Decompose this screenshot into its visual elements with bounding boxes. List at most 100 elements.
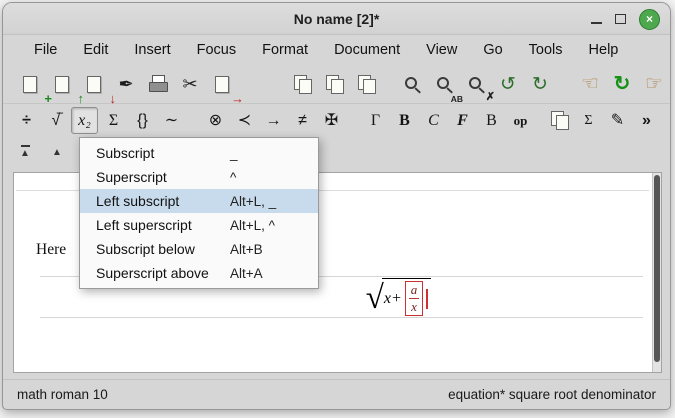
scroll-top-button[interactable]: ▲	[13, 140, 37, 164]
refresh-button[interactable]: ↻	[607, 69, 637, 99]
menu-item-superscript-above[interactable]: Superscript above Alt+A	[80, 261, 318, 285]
menu-insert[interactable]: Insert	[121, 38, 183, 62]
menu-item-left-superscript[interactable]: Left superscript Alt+L, ^	[80, 213, 318, 237]
menu-go[interactable]: Go	[470, 38, 515, 62]
greek-letter-button[interactable]: Γ	[362, 107, 389, 134]
documents-palette-icon	[550, 111, 569, 130]
text-cursor	[426, 289, 428, 309]
right-arrow-icon: →	[266, 113, 282, 129]
script-icon: x₂	[78, 113, 91, 129]
print-button[interactable]	[143, 69, 173, 99]
equation: √ x+ a x	[366, 278, 432, 315]
overflow-chevrons-icon: »	[642, 113, 651, 129]
relation-button[interactable]: ≺	[231, 107, 258, 134]
cut-button[interactable]: ✂	[175, 69, 205, 99]
open-document-button[interactable]: ↑	[47, 69, 77, 99]
close-button[interactable]: ×	[639, 9, 660, 30]
maximize-icon	[615, 14, 626, 24]
math-term: x+	[384, 290, 402, 308]
undo-button[interactable]: ↺	[493, 69, 523, 99]
forward-button[interactable]: ☞	[639, 69, 669, 99]
shortcut-label: Alt+B	[230, 242, 308, 257]
paste-button[interactable]	[319, 69, 349, 99]
arrow-button[interactable]: →	[260, 107, 287, 134]
export-icon	[215, 76, 229, 93]
op-icon: op	[514, 114, 528, 127]
menu-item-subscript[interactable]: Subscript _	[80, 141, 318, 165]
radical-sign: √	[366, 285, 384, 311]
menu-document[interactable]: Document	[321, 38, 413, 62]
fraction-button[interactable]: ÷	[13, 107, 40, 134]
menu-file[interactable]: File	[21, 38, 70, 62]
shortcut-label: Alt+A	[230, 266, 308, 281]
calligraphic-font-button[interactable]: C	[420, 107, 447, 134]
clipboard-button[interactable]	[351, 69, 381, 99]
titlebar[interactable]: No name [2]* ×	[3, 3, 670, 35]
misc-symbol-button[interactable]: ✠	[318, 107, 345, 134]
redo-icon: ↻	[532, 75, 548, 94]
save-document-button[interactable]: ↓	[79, 69, 109, 99]
pencil-edit-button[interactable]: ✎	[604, 107, 631, 134]
operator-button[interactable]: op	[507, 107, 534, 134]
find-replace-button[interactable]: AB	[429, 69, 459, 99]
scrollbar-thumb[interactable]	[654, 175, 660, 362]
brackets-button[interactable]: {}	[129, 107, 156, 134]
edit-tool-button[interactable]: ✒	[111, 69, 141, 99]
menu-help[interactable]: Help	[576, 38, 632, 62]
fraction-icon: ÷	[22, 113, 31, 129]
scroll-top-icon: ▲	[20, 148, 30, 159]
scroll-up-button[interactable]: ▲	[45, 140, 69, 164]
radicand: x+ a x	[382, 278, 431, 315]
copy-button[interactable]	[287, 69, 317, 99]
status-left: math roman 10	[17, 387, 108, 402]
blackboard-font-button[interactable]: B	[478, 107, 505, 134]
scroll-up-icon: ▲	[52, 147, 62, 158]
copy-icon	[293, 75, 312, 94]
toolbar-overflow-button[interactable]: »	[633, 107, 660, 134]
minimize-button[interactable]	[591, 14, 602, 24]
negation-button[interactable]: ≠	[289, 107, 316, 134]
tilde-icon: ∼	[165, 113, 178, 129]
fraktur-font-button[interactable]: F	[449, 107, 476, 134]
menu-focus[interactable]: Focus	[184, 38, 250, 62]
spell-check-icon	[467, 75, 486, 94]
search-button[interactable]	[397, 69, 427, 99]
back-hand-icon: ☜	[581, 74, 599, 94]
main-toolbar: + ↑ ↓ ✒ ✂ → AB ✗ ↺ ↻ ☜ ↻ ☞	[3, 65, 670, 103]
clipboard-icon	[357, 75, 376, 94]
symbols-palette-icon: Σ	[584, 114, 592, 128]
scissors-icon: ✂	[182, 75, 197, 93]
minimize-icon	[591, 14, 602, 24]
menu-item-superscript[interactable]: Superscript ^	[80, 165, 318, 189]
new-document-button[interactable]: +	[15, 69, 45, 99]
script-dropdown-menu: Subscript _ Superscript ^ Left subscript…	[79, 137, 319, 289]
big-operator-button[interactable]: Σ	[100, 107, 127, 134]
square-root-button[interactable]: √‾	[42, 107, 69, 134]
menu-item-subscript-below[interactable]: Subscript below Alt+B	[80, 237, 318, 261]
bold-font-button[interactable]: B	[391, 107, 418, 134]
menu-edit[interactable]: Edit	[70, 38, 121, 62]
paste-icon	[325, 75, 344, 94]
spell-check-button[interactable]: ✗	[461, 69, 491, 99]
menu-format[interactable]: Format	[249, 38, 321, 62]
script-button[interactable]: x₂	[71, 107, 98, 134]
open-document-icon	[55, 76, 69, 93]
export-button[interactable]: →	[207, 69, 237, 99]
vertical-scrollbar[interactable]	[652, 173, 661, 372]
gamma-icon: Γ	[371, 113, 380, 129]
status-bar: math roman 10 equation* square root deno…	[3, 379, 670, 409]
fraction-numerator: a	[409, 283, 420, 297]
documents-palette-button[interactable]	[546, 107, 573, 134]
maximize-button[interactable]	[615, 14, 626, 24]
menu-view[interactable]: View	[413, 38, 470, 62]
menu-tools[interactable]: Tools	[516, 38, 576, 62]
refresh-icon: ↻	[614, 74, 631, 94]
symbols-palette-button[interactable]: Σ	[575, 107, 602, 134]
circled-operator-button[interactable]: ⊗	[202, 107, 229, 134]
wide-accent-button[interactable]: ∼	[158, 107, 185, 134]
forward-hand-icon: ☞	[645, 74, 663, 94]
back-button[interactable]: ☜	[575, 69, 605, 99]
menu-item-left-subscript[interactable]: Left subscript Alt+L, _	[80, 189, 318, 213]
redo-button[interactable]: ↻	[525, 69, 555, 99]
not-equal-icon: ≠	[298, 113, 307, 129]
